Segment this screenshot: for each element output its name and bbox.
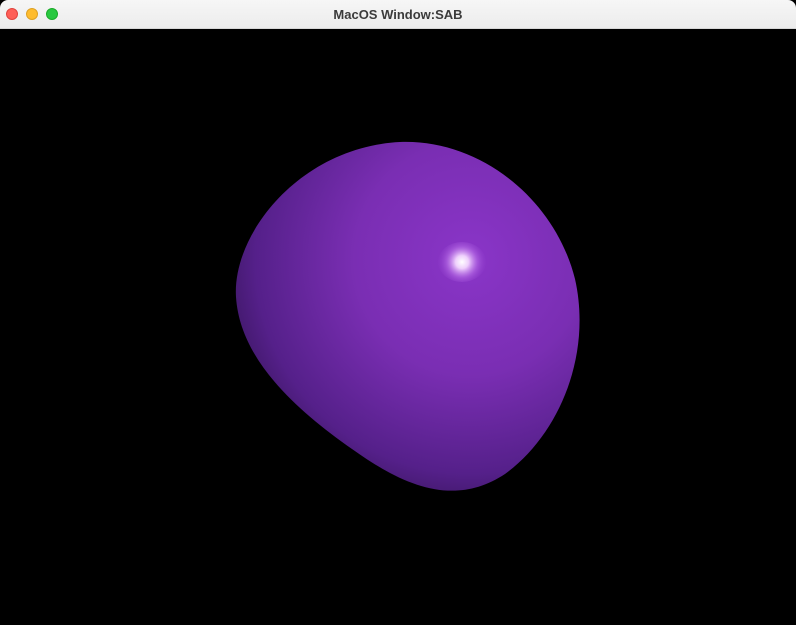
app-window: MacOS Window:SAB [0, 0, 796, 625]
render-viewport[interactable] [0, 29, 796, 625]
specular-highlight [438, 242, 486, 282]
window-title: MacOS Window:SAB [333, 7, 463, 22]
title-bar[interactable]: MacOS Window:SAB [0, 0, 796, 29]
render-canvas [0, 29, 796, 625]
